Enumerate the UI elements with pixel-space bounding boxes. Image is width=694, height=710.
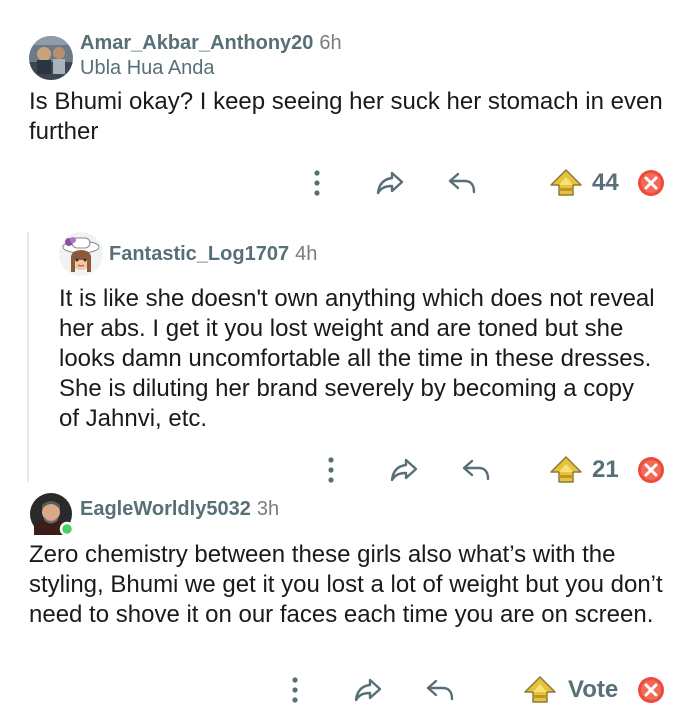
author-line: EagleWorldly5032 3h	[80, 498, 279, 521]
upvote-award-icon[interactable]	[548, 450, 584, 490]
comment-actions: 44	[0, 163, 694, 203]
vote-count: 44	[592, 169, 619, 196]
reply-icon[interactable]	[444, 163, 480, 203]
upvote-award-icon[interactable]	[548, 163, 584, 203]
author-line: Amar_Akbar_Anthony20 6h	[80, 32, 342, 55]
comment-actions: Vote	[0, 670, 694, 710]
upvote-award-icon[interactable]	[522, 670, 558, 710]
share-icon[interactable]	[386, 450, 422, 490]
author-name[interactable]: Amar_Akbar_Anthony20	[80, 32, 313, 54]
more-icon[interactable]	[302, 163, 332, 203]
comment-age: 4h	[295, 243, 318, 265]
comment-age: 6h	[319, 32, 342, 54]
thread-line[interactable]	[27, 232, 29, 482]
share-icon[interactable]	[372, 163, 408, 203]
reply-icon[interactable]	[458, 450, 494, 490]
comment-body: It is like she doesn't own anything whic…	[59, 285, 655, 432]
avatar-eagle[interactable]	[30, 493, 75, 537]
user-flair: Ubla Hua Anda	[80, 57, 215, 79]
avatar-amar[interactable]	[29, 36, 73, 80]
comment-actions: 21	[0, 450, 694, 490]
author-name[interactable]: EagleWorldly5032	[80, 498, 251, 520]
avatar-fantastic[interactable]	[59, 232, 103, 276]
downvote-icon[interactable]	[636, 163, 666, 203]
share-icon[interactable]	[350, 670, 386, 710]
downvote-icon[interactable]	[636, 450, 666, 490]
author-name[interactable]: Fantastic_Log1707	[109, 243, 289, 265]
online-status-icon	[59, 521, 75, 537]
more-icon[interactable]	[280, 670, 310, 710]
more-icon[interactable]	[316, 450, 346, 490]
comment-body: Zero chemistry between these girls also …	[29, 541, 663, 628]
comment-age: 3h	[256, 498, 280, 520]
downvote-icon[interactable]	[636, 670, 666, 710]
author-line: Fantastic_Log1707 4h	[109, 243, 317, 266]
comment-body: Is Bhumi okay? I keep seeing her suck he…	[29, 88, 663, 145]
vote-count: 21	[592, 456, 619, 483]
reply-icon[interactable]	[422, 670, 458, 710]
